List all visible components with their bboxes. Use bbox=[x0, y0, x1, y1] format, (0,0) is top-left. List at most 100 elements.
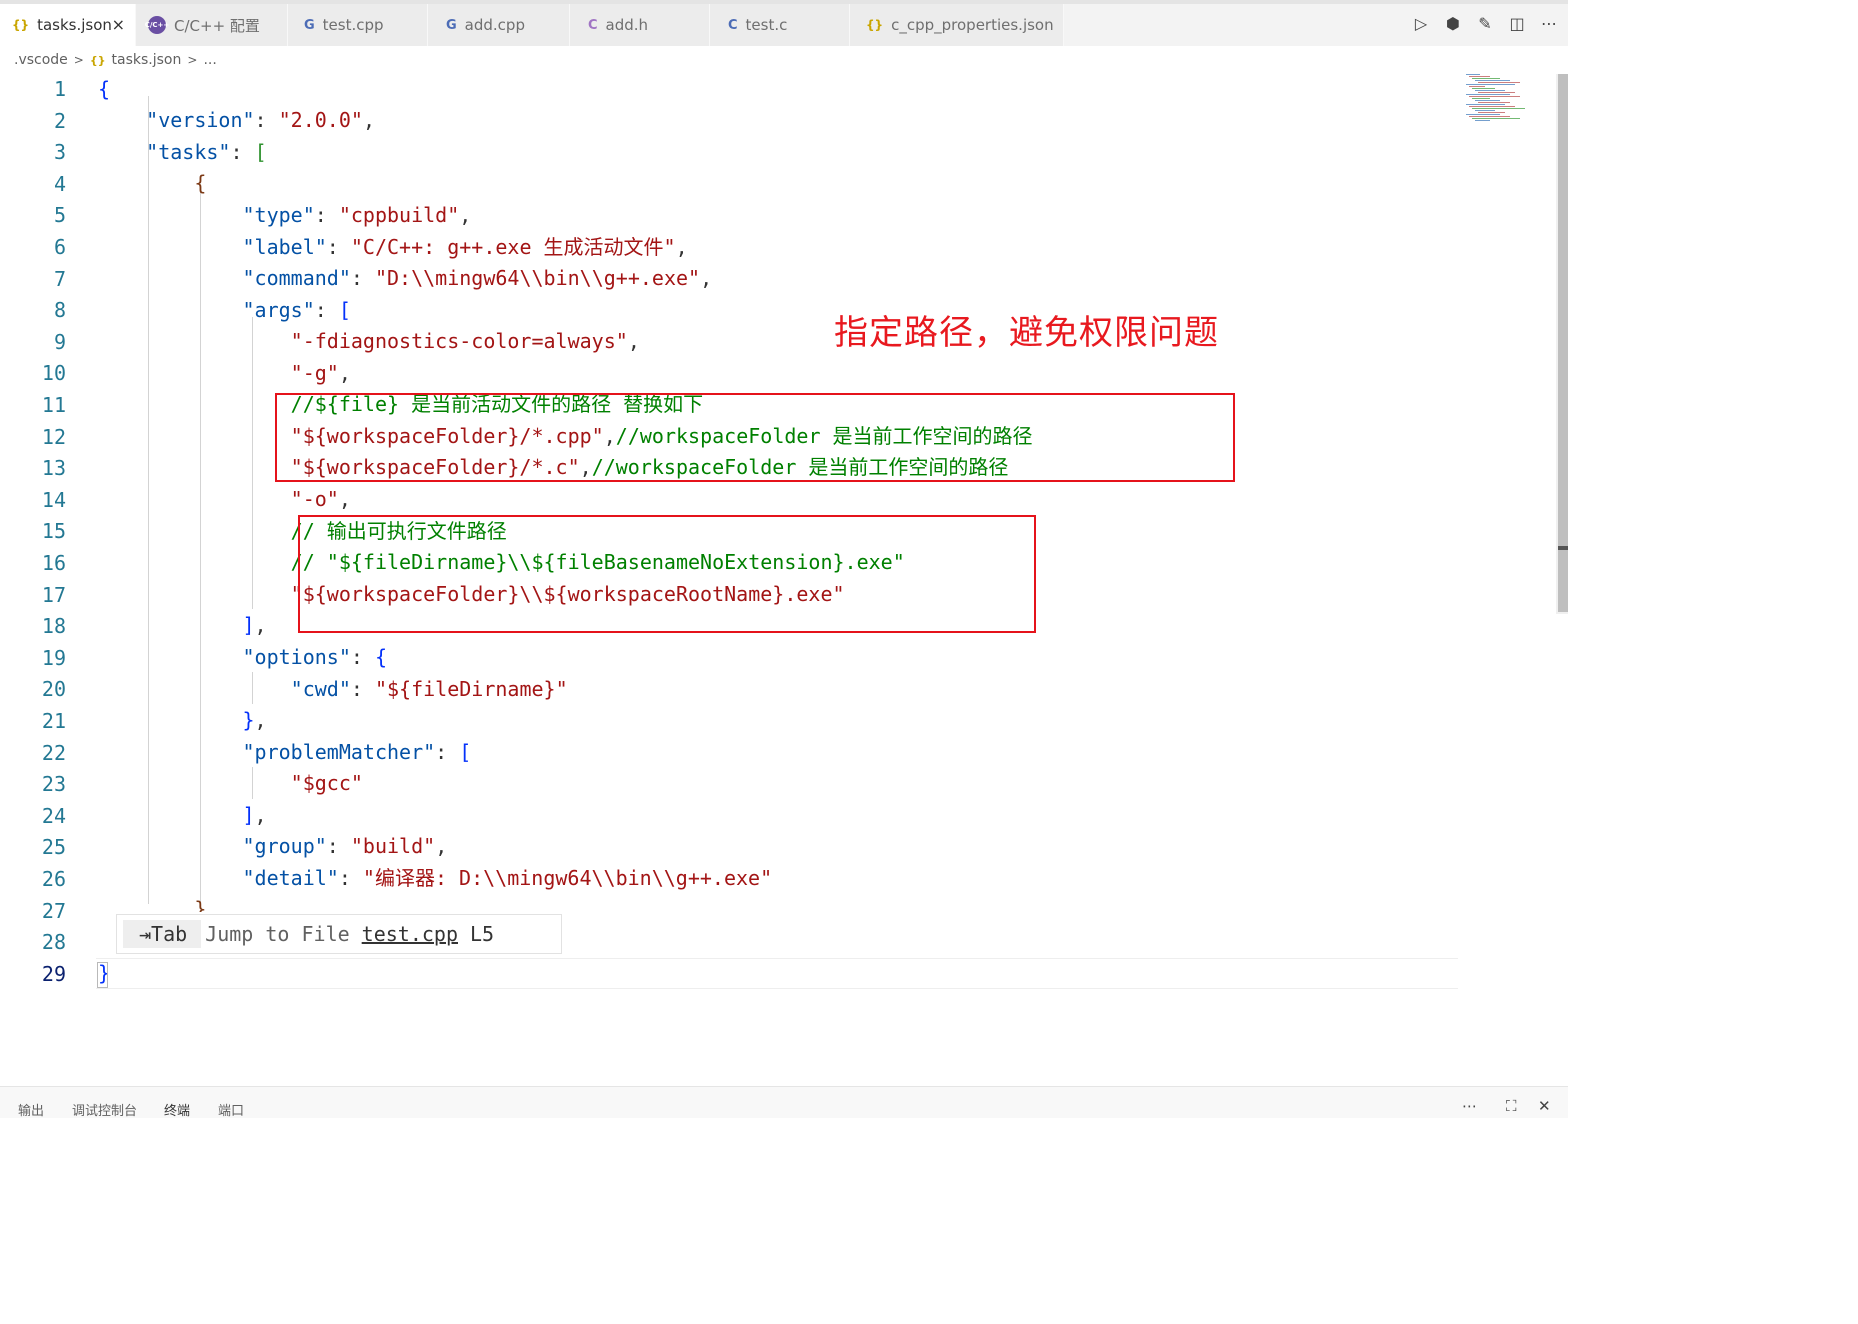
line-number: 14 bbox=[41, 487, 66, 512]
bottom-panel-bar: 输出 调试控制台 终端 端口 ⋯ ⛶ ✕ bbox=[0, 1086, 1568, 1119]
c-header-icon: C bbox=[588, 17, 598, 33]
minimap-line bbox=[1478, 102, 1510, 103]
minimap-line bbox=[1475, 120, 1490, 121]
cpp-file-icon: G bbox=[304, 17, 315, 33]
tab-label: add.h bbox=[605, 16, 649, 34]
tab-add-cpp[interactable]: G add.cpp bbox=[428, 4, 570, 46]
line-number: 17 bbox=[41, 582, 66, 607]
code-line-23: "$gcc" bbox=[290, 771, 363, 795]
code-line-26: "detail": "编译器: D:\\mingw64\\bin\\g++.ex… bbox=[242, 866, 773, 890]
panel-tab-ports[interactable]: 端口 bbox=[218, 1100, 244, 1119]
breadcrumb: .vscode > {} tasks.json > ... bbox=[14, 50, 217, 70]
cpp-config-icon: C/C++ bbox=[145, 16, 169, 34]
code-line-7: "command": "D:\\mingw64\\bin\\g++.exe", bbox=[242, 266, 713, 290]
line-number: 6 bbox=[53, 235, 66, 259]
scrollbar-cursor-marker bbox=[1558, 546, 1568, 550]
editor-actions: ▷ ⬢ ✎ ◫ ⋯ bbox=[1412, 14, 1558, 33]
tab-test-c[interactable]: C test.c bbox=[710, 4, 850, 46]
minimap-line bbox=[1478, 92, 1515, 93]
hint-file-link[interactable]: test.cpp bbox=[362, 922, 458, 946]
close-icon[interactable]: × bbox=[112, 15, 125, 34]
minimap-line bbox=[1469, 116, 1510, 117]
minimap-line bbox=[1466, 94, 1510, 95]
code-line-6: "label": "C/C++: g++.exe 生成活动文件", bbox=[242, 235, 688, 259]
line-number: 2 bbox=[53, 108, 66, 133]
breadcrumb-file[interactable]: tasks.json bbox=[112, 52, 182, 68]
minimap-line bbox=[1472, 108, 1525, 109]
panel-tab-debug-console[interactable]: 调试控制台 bbox=[72, 1100, 137, 1119]
code-line-4: { bbox=[194, 171, 207, 195]
line-number: 5 bbox=[53, 203, 66, 228]
tab-label: add.cpp bbox=[464, 16, 525, 34]
debug-config-icon[interactable]: ⬢ bbox=[1444, 14, 1462, 33]
panel-tab-terminal[interactable]: 终端 bbox=[164, 1100, 190, 1119]
minimap-line bbox=[1469, 106, 1515, 107]
code-line-5: "type": "cppbuild", bbox=[242, 203, 472, 227]
maximize-panel-icon[interactable]: ⛶ bbox=[1506, 1097, 1517, 1115]
minimap-line bbox=[1469, 96, 1520, 97]
tab-tasks-json[interactable]: {} tasks.json × bbox=[0, 4, 136, 46]
more-actions-icon[interactable]: ⋯ bbox=[1462, 1097, 1477, 1115]
tab-label: test.cpp bbox=[322, 16, 384, 34]
minimap-line bbox=[1466, 74, 1480, 75]
line-number: 16 bbox=[41, 551, 66, 575]
breadcrumb-symbol[interactable]: ... bbox=[203, 52, 216, 68]
minimap[interactable] bbox=[1462, 74, 1542, 124]
line-number: 9 bbox=[53, 329, 66, 354]
split-editor-icon[interactable]: ◫ bbox=[1508, 14, 1526, 33]
annotation-text: 指定路径，避免权限问题 bbox=[834, 313, 1219, 353]
code-line-19: "options": { bbox=[242, 645, 388, 669]
minimap-line bbox=[1466, 104, 1505, 105]
tab-c-cpp-properties[interactable]: {} c_cpp_properties.json bbox=[850, 4, 1064, 46]
tab-label: test.c bbox=[745, 16, 788, 34]
code-line-25: "group": "build", bbox=[242, 834, 448, 858]
edit-icon[interactable]: ✎ bbox=[1476, 14, 1494, 33]
jump-to-file-hint[interactable]: ⇥Tab Jump to File test.cpp L5 bbox=[116, 914, 562, 954]
annotation-box-source-paths bbox=[275, 393, 1235, 482]
scrollbar-thumb[interactable] bbox=[1558, 74, 1568, 612]
more-actions-icon[interactable]: ⋯ bbox=[1540, 14, 1558, 33]
line-number: 27 bbox=[41, 898, 66, 923]
minimap-line bbox=[1469, 76, 1490, 77]
code-line-3: "tasks": [ bbox=[146, 140, 267, 164]
line-number: 12 bbox=[41, 424, 66, 449]
minimap-line bbox=[1475, 110, 1495, 111]
line-number: 15 bbox=[41, 519, 66, 544]
code-line-22: "problemMatcher": [ bbox=[242, 740, 472, 764]
line-number: 20 bbox=[41, 677, 66, 702]
code-line-18: ], bbox=[242, 613, 267, 637]
breadcrumb-folder[interactable]: .vscode bbox=[14, 52, 68, 68]
current-line-highlight bbox=[96, 958, 1458, 989]
minimap-line bbox=[1475, 90, 1505, 91]
tab-key-badge: ⇥Tab bbox=[123, 920, 202, 948]
line-number: 10 bbox=[41, 361, 66, 386]
tab-label: c_cpp_properties.json bbox=[891, 16, 1054, 34]
code-editor[interactable]: 1 2 3 4 5 6 7 8 9 10 11 12 13 14 15 16 17 18 19 20 21 22 23 24 2… bbox=[0, 72, 1568, 1084]
tab-label: tasks.json bbox=[37, 16, 112, 34]
minimap-line bbox=[1466, 84, 1515, 85]
close-panel-icon[interactable]: ✕ bbox=[1538, 1097, 1551, 1115]
c-file-icon: C bbox=[728, 17, 738, 33]
line-number: 24 bbox=[41, 803, 66, 828]
annotation-box-output-path bbox=[298, 515, 1036, 633]
bracket-match-highlight bbox=[97, 962, 108, 988]
tab-add-h[interactable]: C add.h bbox=[570, 4, 710, 46]
code-line-8: "args": [ bbox=[242, 298, 351, 322]
line-number: 23 bbox=[41, 772, 66, 797]
code-line-2: "version": "2.0.0", bbox=[146, 108, 375, 132]
tab-cpp-config[interactable]: C/C++ C/C++ 配置 bbox=[136, 4, 288, 46]
panel-tab-output[interactable]: 输出 bbox=[18, 1100, 44, 1119]
line-number: 8 bbox=[53, 298, 66, 323]
minimap-line bbox=[1472, 118, 1520, 119]
run-icon[interactable]: ▷ bbox=[1412, 14, 1430, 33]
tab-test-cpp[interactable]: G test.cpp bbox=[288, 4, 428, 46]
minimap-line bbox=[1472, 88, 1495, 89]
code-line-27: } bbox=[194, 897, 207, 912]
line-number: 18 bbox=[41, 614, 66, 639]
chevron-right-icon: > bbox=[73, 53, 84, 67]
line-number: 19 bbox=[41, 645, 66, 670]
cpp-file-icon: G bbox=[446, 17, 457, 33]
code-line-21: }, bbox=[242, 708, 267, 732]
code-line-9: "-fdiagnostics-color=always", bbox=[290, 329, 640, 353]
line-number: 11 bbox=[41, 393, 66, 417]
